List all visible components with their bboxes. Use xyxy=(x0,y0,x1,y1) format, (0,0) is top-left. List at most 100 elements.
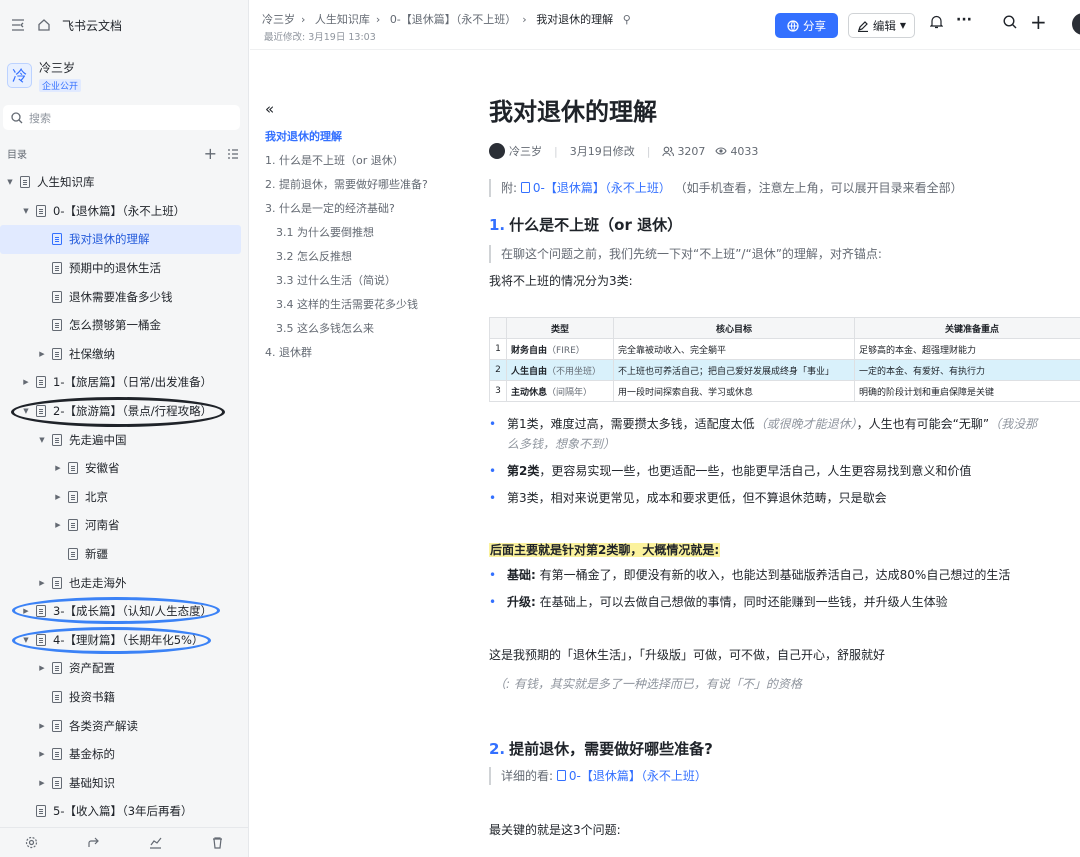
tree-item-label: 基础知识 xyxy=(69,775,115,790)
tree-item[interactable]: ▶ 也走走海外 xyxy=(0,568,249,597)
tree-item[interactable]: 我对退休的理解 xyxy=(0,225,241,254)
tree-item[interactable]: ▼ 2-【旅游篇】（景点/行程攻略） xyxy=(0,397,249,426)
share-button[interactable]: 分享 xyxy=(775,13,838,38)
tree-item[interactable]: ▶ 社保缴纳 xyxy=(0,340,249,369)
home-icon[interactable] xyxy=(36,17,52,33)
tree-item-label: 5-【收入篇】（3年后再看） xyxy=(53,804,193,819)
tree-item[interactable]: ▶ 北京 xyxy=(0,483,249,512)
analytics-icon[interactable] xyxy=(149,836,162,849)
outline-item[interactable]: 3.2 怎么反推想 xyxy=(265,245,465,269)
space-header[interactable]: 冷 冷三岁 企业公开 xyxy=(0,50,248,92)
caret-right-icon[interactable]: ▶ xyxy=(36,779,48,787)
tree-item[interactable]: 5-【收入篇】（3年后再看） xyxy=(0,797,249,826)
quote-prefix: 详细的看: xyxy=(501,769,554,783)
tree-item[interactable]: ▶ 1-【旅居篇】（日常/出发准备） xyxy=(0,368,249,397)
more-icon[interactable]: ··· xyxy=(956,12,972,28)
caret-down-icon[interactable]: ▼ xyxy=(20,207,32,215)
caret-down-icon[interactable]: ▼ xyxy=(36,436,48,444)
document-icon xyxy=(68,462,78,475)
share-out-icon[interactable] xyxy=(87,836,100,849)
tree-item-label: 人生知识库 xyxy=(37,175,95,190)
doc-link-icon xyxy=(556,770,566,781)
author-name[interactable]: 冷三岁 xyxy=(509,143,542,159)
caret-right-icon[interactable]: ▶ xyxy=(36,664,48,672)
caret-right-icon[interactable]: ▶ xyxy=(52,464,64,472)
list-item: • 第2类，更容易实现一些，也更适配一些，也能更早活自己，人生更容易找到意义和价… xyxy=(489,464,972,478)
outline-item[interactable]: 3. 什么是一定的经济基础? xyxy=(265,197,465,221)
eye-icon xyxy=(715,147,728,155)
tree-item-label: 也走走海外 xyxy=(69,575,127,590)
settings-icon[interactable] xyxy=(25,836,38,849)
tree-item-label: 新疆 xyxy=(85,547,108,562)
caret-right-icon[interactable]: ▶ xyxy=(20,378,32,386)
outline-item[interactable]: 4. 退休群 xyxy=(265,341,465,365)
table-cell: 3 xyxy=(489,380,507,402)
section-number: 2. xyxy=(489,740,506,758)
table-cell: 1 xyxy=(489,338,507,360)
document-outline: « 我对退休的理解 1. 什么是不上班（or 退休） 2. 提前退休，需要做好哪些准… xyxy=(265,100,465,365)
tree-item[interactable]: 投资书籍 xyxy=(0,683,249,712)
caret-down-icon[interactable]: ▼ xyxy=(4,178,16,186)
caret-right-icon[interactable]: ▶ xyxy=(20,607,32,615)
breadcrumb-item[interactable]: 人生知识库 xyxy=(315,13,370,26)
caret-down-icon[interactable]: ▼ xyxy=(20,407,32,415)
document-icon xyxy=(36,605,46,618)
outline-item[interactable]: 3.4 这样的生活需要花多少钱 xyxy=(265,293,465,317)
outline-item[interactable]: 1. 什么是不上班（or 退休） xyxy=(265,149,465,173)
breadcrumb-item[interactable]: 0-【退休篇】（永不上班） xyxy=(390,13,516,26)
search-icon[interactable] xyxy=(1003,15,1017,33)
note-doc-link[interactable]: 0-【退休篇】（永不上班） xyxy=(520,181,671,195)
table-header-cell: 关键准备重点 xyxy=(854,317,1080,339)
app-title[interactable]: 飞书云文档 xyxy=(62,17,122,34)
breadcrumb-item[interactable]: 冷三岁 xyxy=(262,13,295,26)
tree-item[interactable]: ▼ 0-【退休篇】（永不上班） xyxy=(0,197,249,226)
outline-item[interactable]: 3.5 这么多钱怎么来 xyxy=(265,317,465,341)
list-item: • 升级: 在基础上，可以去做自己想做的事情，同时还能赚到一些钱，并升级人生体验 xyxy=(489,595,948,609)
reference-note: 附: 0-【退休篇】（永不上班） （如手机查看，注意左上角，可以展开目录来看全部… xyxy=(489,179,1080,197)
tree-item[interactable]: 新疆 xyxy=(0,540,249,569)
caret-right-icon[interactable]: ▶ xyxy=(52,493,64,501)
trash-icon[interactable] xyxy=(211,836,224,849)
bell-icon[interactable] xyxy=(929,15,944,33)
tree-item[interactable]: ▶ 安徽省 xyxy=(0,454,249,483)
collapse-outline-icon[interactable]: « xyxy=(265,100,465,118)
outline-item[interactable]: 3.1 为什么要倒推想 xyxy=(265,221,465,245)
pin-icon[interactable]: ⚲ xyxy=(623,13,631,26)
edit-button[interactable]: 编辑 ▼ xyxy=(848,13,915,38)
caret-right-icon[interactable]: ▶ xyxy=(36,350,48,358)
quote-doc-link[interactable]: 0-【退休篇】（永不上班） xyxy=(556,769,707,783)
new-icon[interactable]: + xyxy=(1030,10,1047,34)
tree-item[interactable]: 退休需要准备多少钱 xyxy=(0,282,249,311)
caret-right-icon[interactable]: ▶ xyxy=(36,579,48,587)
tree-item[interactable]: ▼ 先走遍中国 xyxy=(0,425,249,454)
tree-item[interactable]: ▶ 各类资产解读 xyxy=(0,711,249,740)
section-title: 什么是不上班（or 退休） xyxy=(509,216,683,234)
tree-item[interactable]: 怎么攒够第一桶金 xyxy=(0,311,249,340)
quote-link-text: 0-【退休篇】（永不上班） xyxy=(568,769,707,783)
tree-item[interactable]: ▶ 河南省 xyxy=(0,511,249,540)
tree-item[interactable]: ▶ 基础知识 xyxy=(0,768,249,797)
caret-right-icon[interactable]: ▶ xyxy=(36,722,48,730)
list-settings-icon[interactable] xyxy=(227,148,239,160)
tree-item[interactable]: ▶ 资产配置 xyxy=(0,654,249,683)
add-icon[interactable]: + xyxy=(204,145,217,161)
author-avatar[interactable] xyxy=(489,143,505,159)
tree-item[interactable]: 预期中的退休生活 xyxy=(0,254,249,283)
collapse-sidebar-icon[interactable] xyxy=(10,17,26,33)
caret-down-icon[interactable]: ▼ xyxy=(20,636,32,644)
caret-right-icon[interactable]: ▶ xyxy=(52,521,64,529)
tree-item[interactable]: ▼ 人生知识库 xyxy=(0,168,249,197)
pencil-icon xyxy=(857,20,868,32)
tree-item[interactable]: ▶ 基金标的 xyxy=(0,740,249,769)
outline-item[interactable]: 3.3 过什么生活（简说） xyxy=(265,269,465,293)
search-input[interactable]: 搜索 xyxy=(3,105,240,130)
tree-item[interactable]: ▶ 3-【成长篇】（认知/人生态度） xyxy=(0,597,249,626)
outline-item[interactable]: 2. 提前退休，需要做好哪些准备? xyxy=(265,173,465,197)
tree-item[interactable]: ▼ 4-【理财篇】（长期年化5%） xyxy=(0,626,249,655)
avatar[interactable] xyxy=(1072,13,1080,35)
caret-right-icon[interactable]: ▶ xyxy=(36,750,48,758)
tree-item-label: 预期中的退休生活 xyxy=(69,261,161,276)
sidebar: 飞书云文档 冷 冷三岁 企业公开 搜索 目录 + ▼ 人生知识库 ▼ 0-【退休篇】（… xyxy=(0,0,249,857)
outline-item[interactable]: 我对退休的理解 xyxy=(265,125,465,149)
document-icon xyxy=(36,805,46,818)
